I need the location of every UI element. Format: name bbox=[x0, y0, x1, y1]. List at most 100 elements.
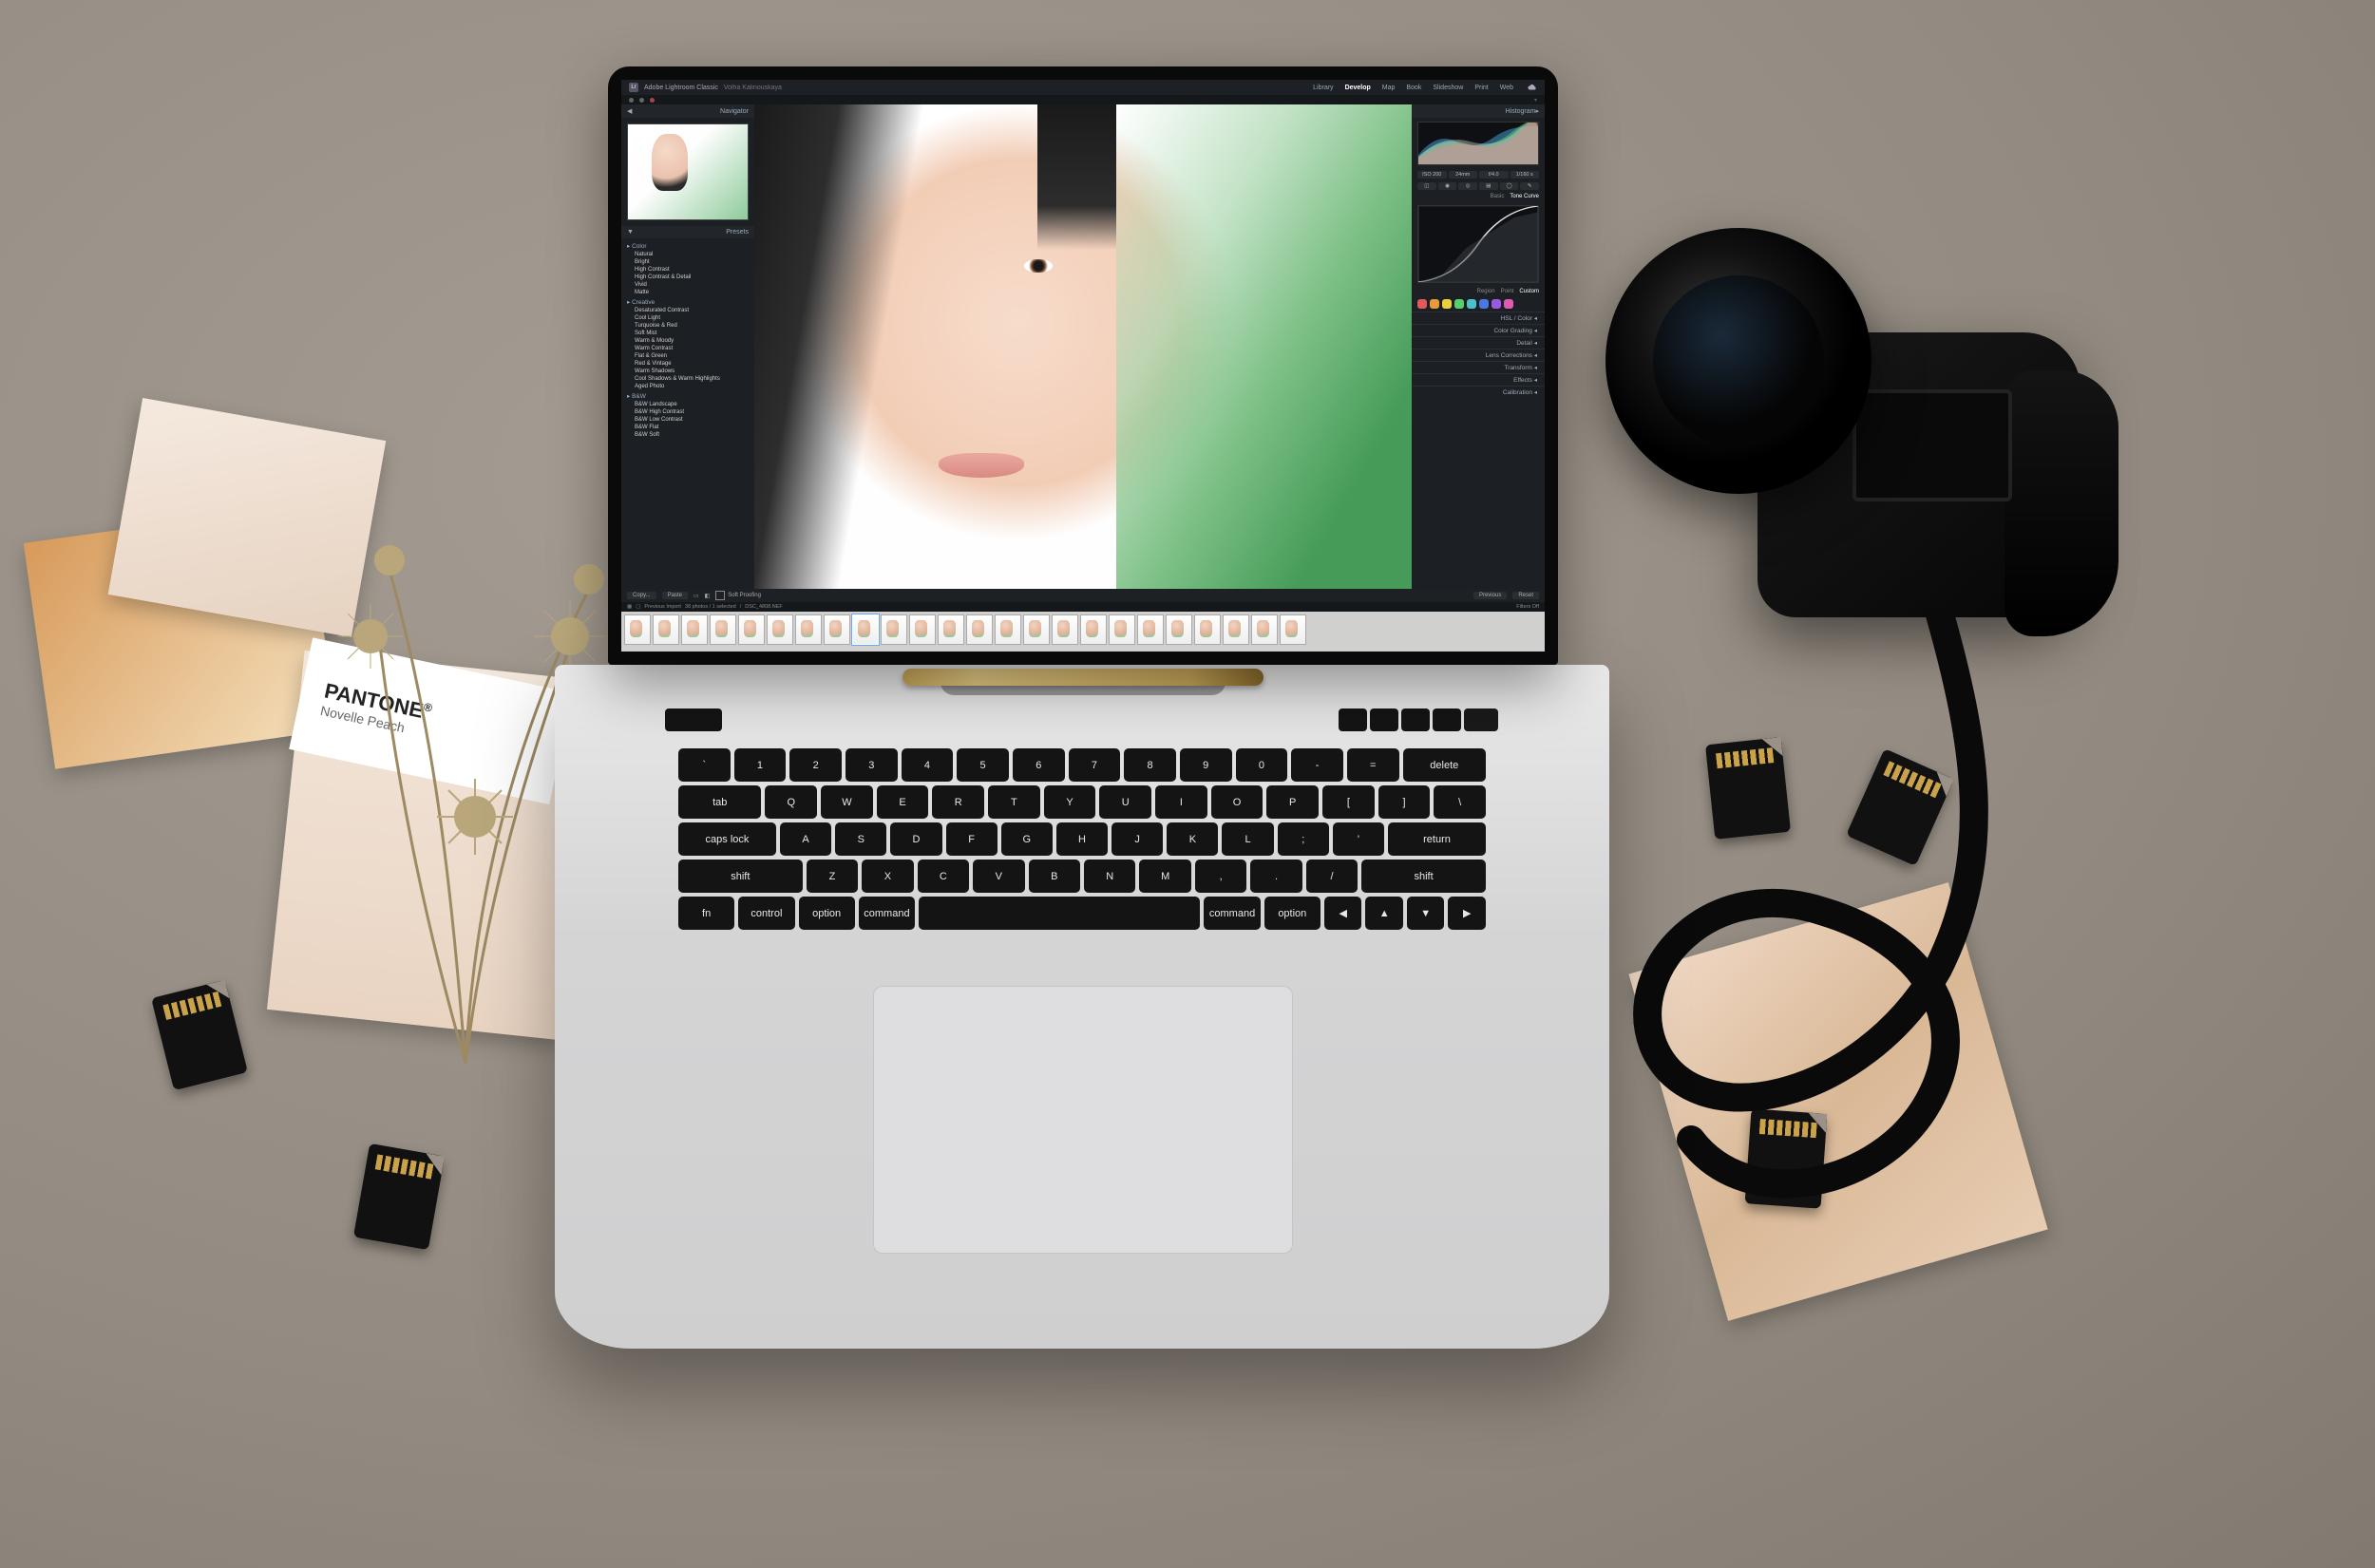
key[interactable]: shift bbox=[1361, 860, 1486, 893]
key[interactable]: R bbox=[932, 785, 984, 819]
key[interactable] bbox=[919, 897, 1200, 930]
key[interactable]: tab bbox=[678, 785, 761, 819]
loupe-icon[interactable]: ▭ bbox=[694, 593, 699, 599]
green-channel[interactable] bbox=[1454, 299, 1464, 309]
preset-item[interactable]: Warm & Moody bbox=[625, 337, 750, 345]
preset-item[interactable]: Flat & Green bbox=[625, 352, 750, 360]
filmstrip-thumb[interactable] bbox=[738, 614, 765, 645]
key[interactable]: S bbox=[835, 822, 886, 856]
trackpad[interactable] bbox=[873, 986, 1293, 1254]
filmstrip-thumb[interactable] bbox=[1023, 614, 1050, 645]
preset-item[interactable]: Soft Mist bbox=[625, 330, 750, 337]
key[interactable]: L bbox=[1222, 822, 1273, 856]
image-canvas[interactable] bbox=[754, 104, 1412, 589]
filmstrip-thumb[interactable] bbox=[710, 614, 736, 645]
preset-item[interactable]: Turquoise & Red bbox=[625, 322, 750, 330]
preset-item[interactable]: Bright bbox=[625, 258, 750, 266]
key[interactable]: \ bbox=[1434, 785, 1486, 819]
preset-item[interactable]: B&W Low Contrast bbox=[625, 416, 750, 424]
key[interactable]: = bbox=[1347, 748, 1399, 782]
filmstrip-thumb[interactable] bbox=[624, 614, 651, 645]
key[interactable]: 3 bbox=[846, 748, 898, 782]
preset-item[interactable]: Vivid bbox=[625, 281, 750, 289]
soft-proofing-toggle[interactable]: Soft Proofing bbox=[715, 591, 761, 600]
preset-item[interactable]: Warm Shadows bbox=[625, 368, 750, 375]
touchbar-siri-icon[interactable] bbox=[1464, 708, 1498, 731]
preset-item[interactable]: Natural bbox=[625, 251, 750, 258]
cloud-sync-icon[interactable] bbox=[1528, 83, 1537, 92]
module-tab-web[interactable]: Web bbox=[1495, 83, 1518, 93]
touchbar-brightness-down-icon[interactable] bbox=[1339, 708, 1367, 731]
key[interactable]: A bbox=[780, 822, 831, 856]
navigator-preview[interactable] bbox=[627, 123, 749, 220]
key[interactable]: 9 bbox=[1180, 748, 1232, 782]
collapsed-panel[interactable]: HSL / Color ◂ bbox=[1412, 312, 1545, 324]
module-tab-slideshow[interactable]: Slideshow bbox=[1428, 83, 1468, 93]
key[interactable]: W bbox=[821, 785, 873, 819]
copy-button[interactable]: Copy... bbox=[627, 592, 656, 599]
crop-tool-icon[interactable]: ◫ bbox=[1417, 182, 1436, 190]
filmstrip-thumb[interactable] bbox=[767, 614, 793, 645]
brush-tool-icon[interactable]: ✎ bbox=[1520, 182, 1539, 190]
navigator-header[interactable]: ◀ Navigator bbox=[621, 104, 754, 118]
filmstrip-thumb[interactable] bbox=[824, 614, 850, 645]
redeye-tool-icon[interactable]: ◎ bbox=[1458, 182, 1477, 190]
preset-group[interactable]: ▸ B&W bbox=[625, 390, 750, 401]
filmstrip-thumb[interactable] bbox=[1137, 614, 1164, 645]
collapsed-panel[interactable]: Effects ◂ bbox=[1412, 373, 1545, 386]
key[interactable]: , bbox=[1195, 860, 1246, 893]
filmstrip-thumb[interactable] bbox=[1223, 614, 1249, 645]
aqua-channel[interactable] bbox=[1467, 299, 1476, 309]
key[interactable]: Q bbox=[765, 785, 817, 819]
key[interactable]: caps lock bbox=[678, 822, 776, 856]
key[interactable]: 6 bbox=[1013, 748, 1065, 782]
previous-button[interactable]: Previous bbox=[1473, 592, 1507, 599]
preset-item[interactable]: Warm Contrast bbox=[625, 345, 750, 352]
second-monitor-icon[interactable]: ▢ bbox=[636, 604, 640, 610]
collapsed-panel[interactable]: Calibration ◂ bbox=[1412, 386, 1545, 398]
red-channel[interactable] bbox=[1417, 299, 1427, 309]
key[interactable]: Y bbox=[1044, 785, 1096, 819]
tone-curve[interactable] bbox=[1417, 205, 1539, 283]
touchbar-brightness-up-icon[interactable] bbox=[1370, 708, 1398, 731]
curve-mode[interactable]: Region bbox=[1477, 289, 1495, 294]
key[interactable]: F bbox=[946, 822, 998, 856]
filmstrip-thumb[interactable] bbox=[1194, 614, 1221, 645]
key[interactable]: U bbox=[1099, 785, 1151, 819]
key[interactable]: J bbox=[1112, 822, 1163, 856]
key[interactable]: ▲ bbox=[1365, 897, 1403, 930]
key[interactable]: - bbox=[1291, 748, 1343, 782]
touchbar-volume-icon[interactable] bbox=[1401, 708, 1430, 731]
filmstrip-thumb[interactable] bbox=[653, 614, 679, 645]
preset-item[interactable]: Cool Shadows & Warm Highlights bbox=[625, 375, 750, 383]
key[interactable]: control bbox=[738, 897, 794, 930]
preset-item[interactable]: B&W Soft bbox=[625, 431, 750, 439]
histogram[interactable] bbox=[1417, 122, 1539, 165]
preset-item[interactable]: B&W Landscape bbox=[625, 401, 750, 408]
orange-channel[interactable] bbox=[1430, 299, 1439, 309]
key[interactable]: V bbox=[973, 860, 1024, 893]
key[interactable]: fn bbox=[678, 897, 734, 930]
touch-bar[interactable] bbox=[665, 701, 1501, 739]
reset-button[interactable]: Reset bbox=[1512, 592, 1539, 599]
module-tab-print[interactable]: Print bbox=[1470, 83, 1492, 93]
filmstrip-thumb[interactable] bbox=[1052, 614, 1078, 645]
histogram-header[interactable]: Histogram ▸ bbox=[1412, 104, 1545, 118]
key[interactable]: ] bbox=[1378, 785, 1431, 819]
crumb-folder[interactable]: Previous Import bbox=[644, 604, 681, 610]
filter-label[interactable]: Filters Off bbox=[1516, 604, 1539, 610]
key[interactable]: 2 bbox=[789, 748, 842, 782]
heal-tool-icon[interactable]: ◉ bbox=[1438, 182, 1457, 190]
panel-tab[interactable]: Basic bbox=[1491, 194, 1505, 199]
before-after-icon[interactable]: ◧ bbox=[705, 593, 711, 599]
preset-item[interactable]: Cool Light bbox=[625, 314, 750, 322]
filmstrip-thumb[interactable] bbox=[1251, 614, 1278, 645]
module-tab-library[interactable]: Library bbox=[1308, 83, 1338, 93]
module-tab-book[interactable]: Book bbox=[1401, 83, 1426, 93]
key[interactable]: option bbox=[799, 897, 855, 930]
filmstrip-thumb[interactable] bbox=[1166, 614, 1192, 645]
key[interactable]: ` bbox=[678, 748, 731, 782]
preset-item[interactable]: High Contrast & Detail bbox=[625, 274, 750, 281]
key[interactable]: M bbox=[1139, 860, 1190, 893]
presets-header[interactable]: ▼ Presets bbox=[621, 226, 754, 238]
